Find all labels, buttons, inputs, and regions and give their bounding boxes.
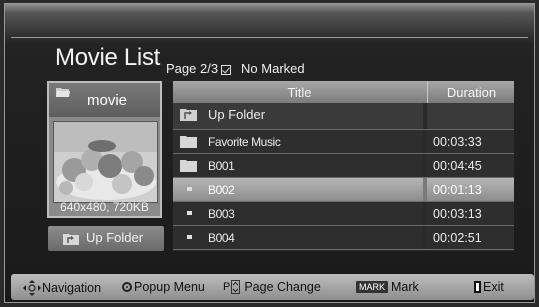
enter-circle-icon (122, 282, 132, 292)
folder-icon (180, 136, 197, 148)
list-item-duration: 00:04:45 (433, 159, 482, 173)
mark-key-icon: MARK (356, 281, 389, 293)
list-item-duration: 00:01:13 (433, 183, 482, 197)
file-icon (187, 235, 192, 239)
checkbox-icon (221, 64, 232, 75)
page-info: Page 2/3 No Marked (166, 61, 305, 76)
row-separator (423, 154, 427, 177)
list-item-name: B004 (208, 231, 235, 245)
list-item-duration: 00:02:51 (433, 231, 482, 245)
help-popup-menu: Popup Menu (122, 280, 205, 294)
help-mark: MARK Mark (356, 280, 419, 294)
thumbnail-image (53, 121, 158, 203)
marked-status: No Marked (241, 61, 305, 76)
page-key-letter: P (223, 281, 231, 293)
help-popup-menu-label: Popup Menu (134, 280, 205, 294)
header-divider (11, 37, 528, 38)
help-exit-label: Exit (483, 280, 504, 294)
list-item-name: B001 (208, 159, 235, 173)
help-bar: Navigation Popup Menu P Page Change MARK… (11, 274, 534, 300)
up-folder-button-label: Up Folder (86, 230, 144, 245)
page-updown-arrows (231, 280, 241, 294)
preview-panel: movie 640x480, 720KB (47, 81, 162, 218)
file-icon (187, 187, 192, 191)
up-folder-icon (180, 109, 197, 121)
list-rows: Up Folder Favorite Music 00:03:33 B001 0… (173, 103, 514, 250)
folder-icon (180, 160, 197, 172)
exit-icon (474, 281, 481, 293)
list-item[interactable]: B003 00:03:13 (173, 202, 514, 226)
column-separator (427, 81, 428, 103)
row-separator (423, 202, 427, 225)
help-page-change: P Page Change (223, 280, 321, 294)
navigation-arrows-icon (23, 280, 41, 296)
list-item[interactable]: Favorite Music 00:03:33 (173, 130, 514, 154)
list-item-name: Favorite Music (208, 135, 281, 149)
file-icon (187, 211, 192, 215)
list-item-duration: 00:03:33 (433, 135, 482, 149)
list-header: Title Duration (173, 81, 514, 103)
preview-folder-name: movie (87, 92, 128, 109)
list-item[interactable]: B001 00:04:45 (173, 154, 514, 178)
row-separator (423, 226, 427, 249)
help-page-change-label: Page Change (244, 280, 321, 294)
row-separator (423, 130, 427, 153)
preview-resolution: 640x480, 720KB (60, 200, 149, 214)
list-item-name: B003 (208, 207, 235, 221)
help-exit: Exit (474, 280, 504, 294)
list-item-selected[interactable]: B002 00:01:13 (173, 178, 514, 202)
help-navigation: Navigation (23, 280, 101, 296)
fruit-thumbnail (54, 122, 157, 202)
column-title: Title (287, 85, 312, 100)
preview-header: movie (49, 83, 160, 117)
list-item-label: Up Folder (208, 107, 266, 122)
help-mark-label: Mark (391, 280, 419, 294)
row-separator (423, 178, 427, 201)
row-separator (423, 103, 427, 129)
up-folder-button[interactable]: Up Folder (48, 226, 164, 251)
column-duration: Duration (446, 85, 497, 100)
folder-icon (56, 88, 70, 97)
list-item-name: B002 (208, 183, 235, 197)
list-item-up-folder[interactable]: Up Folder (173, 103, 514, 130)
list-item[interactable]: B004 00:02:51 (173, 226, 514, 250)
list-item-duration: 00:03:13 (433, 207, 482, 221)
help-navigation-label: Navigation (42, 281, 102, 295)
page-indicator: Page 2/3 (166, 61, 219, 76)
file-list: Title Duration Up Folder Favorite Music (173, 81, 514, 251)
page-title: Movie List (55, 44, 161, 71)
movie-list-screen: Movie List Page 2/3 No Marked movie 640x… (4, 3, 535, 303)
up-folder-icon (63, 234, 79, 245)
page-updown-icon: P (223, 280, 241, 294)
